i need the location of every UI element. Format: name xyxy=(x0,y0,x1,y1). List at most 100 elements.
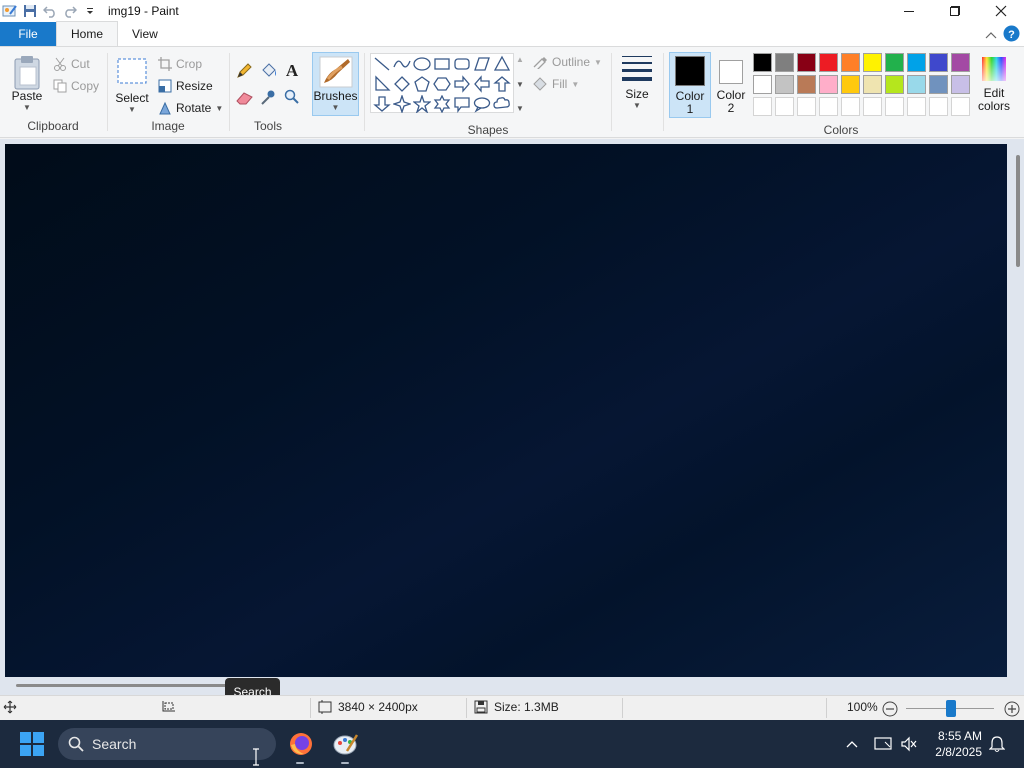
minimize-button[interactable] xyxy=(886,0,932,22)
palette-swatch[interactable] xyxy=(907,75,926,94)
palette-swatch[interactable] xyxy=(819,97,838,116)
customize-quick-access-icon[interactable] xyxy=(80,1,100,21)
palette-swatch[interactable] xyxy=(841,97,860,116)
maximize-button[interactable] xyxy=(932,0,978,22)
right-triangle-shape-icon[interactable] xyxy=(373,75,391,93)
palette-swatch[interactable] xyxy=(907,53,926,72)
right-arrow-shape-icon[interactable] xyxy=(453,75,471,93)
collapse-ribbon-icon[interactable] xyxy=(985,28,997,42)
palette-swatch[interactable] xyxy=(951,53,970,72)
palette-swatch[interactable] xyxy=(797,97,816,116)
palette-swatch[interactable] xyxy=(775,97,794,116)
edit-colors-button[interactable]: Edit colors xyxy=(977,55,1011,113)
notification-bell-icon[interactable] xyxy=(986,720,1008,768)
volume-muted-icon[interactable] xyxy=(898,720,920,768)
eraser-icon[interactable] xyxy=(236,91,254,108)
oval-shape-icon[interactable] xyxy=(413,55,431,73)
palette-swatch[interactable] xyxy=(885,53,904,72)
cut-button[interactable]: Cut xyxy=(53,57,90,71)
palette-swatch[interactable] xyxy=(775,75,794,94)
palette-swatch[interactable] xyxy=(951,75,970,94)
rectangular-callout-shape-icon[interactable] xyxy=(453,95,471,113)
up-arrow-shape-icon[interactable] xyxy=(493,75,511,93)
zoom-in-button[interactable] xyxy=(1004,701,1020,717)
close-button[interactable] xyxy=(978,0,1024,22)
palette-swatch[interactable] xyxy=(885,97,904,116)
drawing-canvas[interactable] xyxy=(5,144,1007,677)
palette-swatch[interactable] xyxy=(819,75,838,94)
palette-swatch[interactable] xyxy=(841,75,860,94)
rectangle-shape-icon[interactable] xyxy=(433,55,451,73)
text-tool-icon[interactable]: A xyxy=(284,61,300,82)
save-icon[interactable] xyxy=(20,1,40,21)
crop-button[interactable]: Crop xyxy=(158,57,202,71)
pentagon-shape-icon[interactable] xyxy=(413,75,431,93)
four-point-star-shape-icon[interactable] xyxy=(393,95,411,113)
redo-icon[interactable] xyxy=(60,1,80,21)
size-button[interactable]: Size ▼ xyxy=(618,53,656,110)
tab-home[interactable]: Home xyxy=(56,21,119,46)
resize-button[interactable]: Resize xyxy=(158,79,213,93)
show-hidden-icons-button[interactable] xyxy=(840,720,864,768)
fill-button[interactable]: Fill ▼ xyxy=(532,77,579,91)
shapes-scroll-down-icon[interactable]: ▼ xyxy=(516,80,524,89)
brushes-button[interactable]: Brushes ▼ xyxy=(312,52,359,116)
palette-swatch[interactable] xyxy=(841,53,860,72)
five-point-star-shape-icon[interactable] xyxy=(413,95,431,113)
magnifier-icon[interactable] xyxy=(284,89,300,108)
six-point-star-shape-icon[interactable] xyxy=(433,95,451,113)
network-icon[interactable] xyxy=(872,720,894,768)
color2-button[interactable]: Color 2 xyxy=(713,52,749,118)
palette-swatch[interactable] xyxy=(907,97,926,116)
firefox-taskbar-icon[interactable] xyxy=(285,728,317,760)
palette-swatch[interactable] xyxy=(753,75,772,94)
palette-swatch[interactable] xyxy=(951,97,970,116)
help-icon[interactable]: ? xyxy=(1003,25,1020,45)
pencil-icon[interactable] xyxy=(236,63,252,82)
diamond-shape-icon[interactable] xyxy=(393,75,411,93)
zoom-out-button[interactable] xyxy=(882,701,898,717)
palette-swatch[interactable] xyxy=(797,75,816,94)
palette-swatch[interactable] xyxy=(885,75,904,94)
palette-swatch[interactable] xyxy=(775,53,794,72)
palette-swatch[interactable] xyxy=(863,75,882,94)
shapes-more-icon[interactable]: ▼ xyxy=(516,104,524,113)
line-shape-icon[interactable] xyxy=(373,55,391,73)
palette-swatch[interactable] xyxy=(819,53,838,72)
cloud-callout-shape-icon[interactable] xyxy=(493,95,511,113)
fill-bucket-icon[interactable] xyxy=(260,63,278,82)
palette-swatch[interactable] xyxy=(753,97,772,116)
tab-view[interactable]: View xyxy=(118,22,172,46)
taskbar-search-box[interactable]: Search xyxy=(58,728,276,760)
undo-icon[interactable] xyxy=(40,1,60,21)
down-arrow-shape-icon[interactable] xyxy=(373,95,391,113)
horizontal-scrollbar[interactable] xyxy=(16,684,228,687)
paste-button[interactable]: Paste ▼ xyxy=(8,55,46,112)
triangle-shape-icon[interactable] xyxy=(493,55,511,73)
palette-swatch[interactable] xyxy=(929,53,948,72)
rotate-button[interactable]: Rotate ▼ xyxy=(158,101,223,115)
color-picker-icon[interactable] xyxy=(260,89,276,108)
palette-swatch[interactable] xyxy=(753,53,772,72)
tab-file[interactable]: File xyxy=(0,22,56,46)
palette-swatch[interactable] xyxy=(797,53,816,72)
paint-taskbar-icon[interactable] xyxy=(330,728,362,760)
copy-button[interactable]: Copy xyxy=(53,79,99,93)
curve-shape-icon[interactable] xyxy=(393,55,411,73)
start-button[interactable] xyxy=(16,728,48,760)
left-arrow-shape-icon[interactable] xyxy=(473,75,491,93)
outline-button[interactable]: Outline ▼ xyxy=(532,55,602,69)
shapes-scroll-up-icon[interactable]: ▲ xyxy=(516,55,524,64)
vertical-scrollbar[interactable] xyxy=(1016,155,1020,267)
select-button[interactable]: Select ▼ xyxy=(114,57,150,114)
zoom-slider-thumb[interactable] xyxy=(946,700,956,717)
polygon-shape-icon[interactable] xyxy=(473,55,491,73)
palette-swatch[interactable] xyxy=(863,97,882,116)
palette-swatch[interactable] xyxy=(929,75,948,94)
hexagon-shape-icon[interactable] xyxy=(433,75,451,93)
oval-callout-shape-icon[interactable] xyxy=(473,95,491,113)
color1-button[interactable]: Color 1 xyxy=(669,52,711,118)
rounded-rectangle-shape-icon[interactable] xyxy=(453,55,471,73)
palette-swatch[interactable] xyxy=(929,97,948,116)
clock[interactable]: 8:55 AM 2/8/2025 xyxy=(935,728,982,760)
